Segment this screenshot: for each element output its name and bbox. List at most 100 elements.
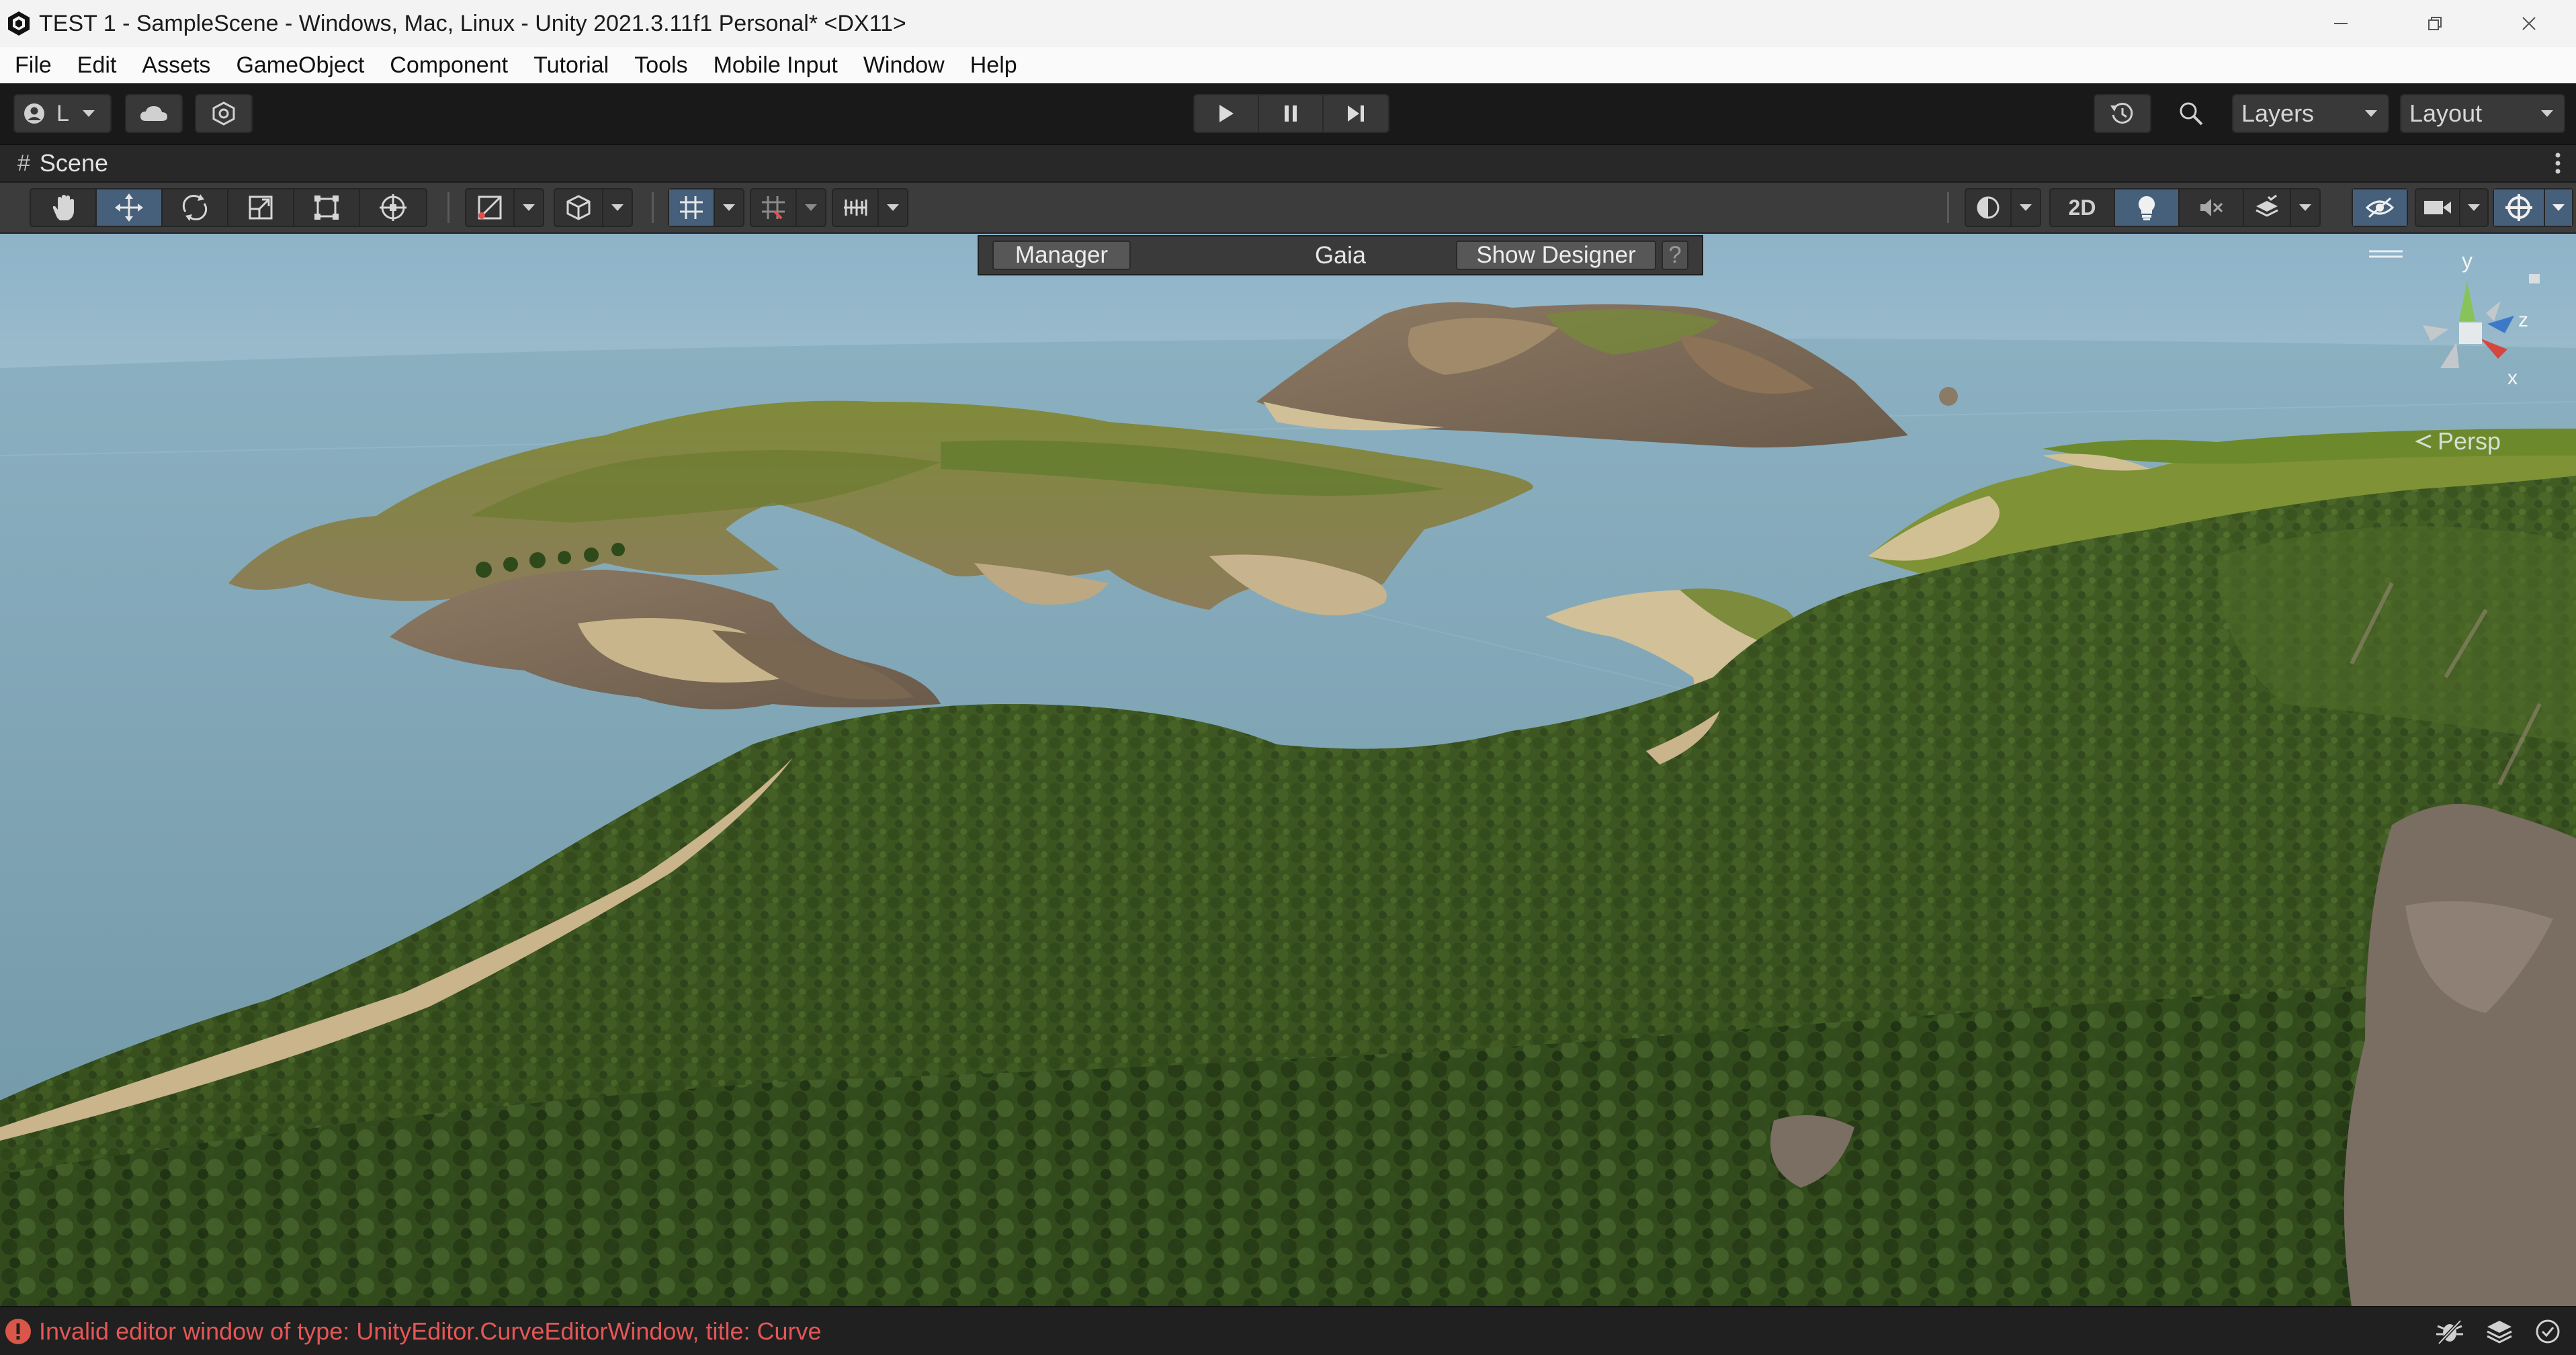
pivot-mode-button[interactable] — [466, 189, 515, 226]
gizmo-axis-y-label: y — [2462, 249, 2473, 273]
debug-bug-icon[interactable] — [2435, 1317, 2464, 1346]
scene-tab-icon: # — [17, 150, 30, 176]
scene-camera-dropdown[interactable] — [2460, 189, 2487, 226]
grid-visibility-dropdown[interactable] — [715, 189, 743, 226]
chevron-down-icon — [2020, 204, 2032, 211]
layout-dropdown[interactable]: Layout — [2400, 94, 2565, 133]
grid-snapping-button[interactable] — [751, 189, 797, 226]
pause-icon — [1285, 105, 1297, 122]
close-button[interactable] — [2482, 0, 2576, 47]
chevron-down-icon — [2365, 110, 2377, 117]
rect-transform-icon — [314, 195, 339, 220]
transform-tool-button[interactable] — [360, 189, 426, 226]
shading-mode-dropdown[interactable] — [2012, 189, 2040, 226]
shading-mode-button[interactable] — [1966, 189, 2012, 226]
speaker-muted-icon — [2200, 199, 2223, 216]
scale-tool-button[interactable] — [228, 189, 294, 226]
drag-handle-icon[interactable] — [2368, 249, 2404, 262]
grid-visibility-button[interactable] — [669, 189, 715, 226]
show-designer-button[interactable]: Show Designer — [1456, 241, 1656, 270]
layers-label: Layers — [2241, 99, 2315, 127]
history-icon — [2110, 103, 2133, 124]
grid-snapping-tools — [750, 188, 826, 227]
menu-help[interactable]: Help — [957, 47, 1030, 83]
gizmos-button[interactable] — [2494, 189, 2545, 226]
chevron-down-icon — [2552, 204, 2565, 211]
scene-tab[interactable]: Scene — [40, 149, 108, 177]
pivot-rotation-dropdown[interactable] — [603, 189, 632, 226]
undo-history-button[interactable] — [2094, 94, 2151, 133]
minimize-icon — [2334, 23, 2348, 24]
scene-viewport[interactable] — [0, 234, 2576, 1306]
status-bar: Invalid editor window of type: UnityEdit… — [0, 1306, 2576, 1355]
rect-tool-button[interactable] — [294, 189, 360, 226]
move-icon — [115, 193, 143, 222]
menu-window[interactable]: Window — [851, 47, 957, 83]
unity-logo-icon — [4, 9, 34, 38]
scene-tab-bar: # Scene — [0, 145, 2576, 183]
gaia-manager-button[interactable]: Manager — [992, 241, 1131, 270]
hand-tool-button[interactable] — [31, 189, 97, 226]
ruler-icon — [844, 200, 867, 216]
menu-mobile-input[interactable]: Mobile Input — [701, 47, 851, 83]
axis-gizmo-icon — [2423, 274, 2540, 368]
help-button[interactable]: ? — [1662, 241, 1688, 270]
gizmos-dropdown[interactable] — [2545, 189, 2572, 226]
grid-snapping-dropdown[interactable] — [797, 189, 825, 226]
more-options-icon[interactable] — [2554, 151, 2561, 175]
collab-icon — [212, 101, 235, 126]
effects-toggle-button[interactable] — [2244, 189, 2291, 226]
grid-snap-tools — [668, 188, 744, 227]
menu-file[interactable]: File — [0, 47, 65, 83]
window-controls — [2294, 0, 2576, 47]
layers-dropdown[interactable]: Layers — [2232, 94, 2389, 133]
menu-gameobject[interactable]: GameObject — [223, 47, 377, 83]
restore-button[interactable] — [2388, 0, 2482, 47]
pause-button[interactable] — [1259, 95, 1324, 132]
move-tool-button[interactable] — [97, 189, 163, 226]
projection-toggle[interactable]: Persp — [2413, 427, 2501, 455]
increment-snap-dropdown[interactable] — [879, 189, 907, 226]
hand-icon — [52, 195, 74, 220]
pivot-mode-dropdown[interactable] — [515, 189, 543, 226]
window-title: TEST 1 - SampleScene - Windows, Mac, Lin… — [39, 10, 906, 36]
scene-visibility-button[interactable] — [2353, 189, 2407, 226]
grid-icon — [680, 196, 703, 219]
menu-edit[interactable]: Edit — [65, 47, 130, 83]
main-toolbar: L Layers Layout — [0, 83, 2576, 145]
step-button[interactable] — [1324, 95, 1388, 132]
collab-button[interactable] — [195, 94, 253, 133]
2d-mode-button[interactable]: 2D — [2051, 189, 2115, 226]
search-button[interactable] — [2162, 94, 2220, 133]
chevron-down-icon — [611, 204, 624, 211]
menu-tools[interactable]: Tools — [621, 47, 700, 83]
status-message[interactable]: Invalid editor window of type: UnityEdit… — [39, 1317, 822, 1346]
scene-orientation-gizmo[interactable]: y z x — [2400, 249, 2568, 450]
account-icon — [24, 103, 44, 124]
menu-assets[interactable]: Assets — [129, 47, 223, 83]
rotate-tool-button[interactable] — [163, 189, 228, 226]
audio-toggle-button[interactable] — [2180, 189, 2244, 226]
lock-icon[interactable] — [2529, 274, 2540, 283]
camera-icon — [2424, 201, 2451, 214]
scale-icon — [249, 195, 273, 220]
gaia-overlay-panel: Gaia Manager Show Designer ? — [978, 235, 1703, 275]
pivot-rotation-button[interactable] — [555, 189, 603, 226]
minimize-button[interactable] — [2294, 0, 2388, 47]
toolbar-separator — [652, 192, 654, 223]
increment-snap-button[interactable] — [833, 189, 879, 226]
rotate-icon — [182, 194, 208, 221]
scene-toolbar: 2D — [0, 183, 2576, 234]
view-toggles: 2D — [2049, 188, 2321, 227]
menu-component[interactable]: Component — [377, 47, 521, 83]
check-circle-icon[interactable] — [2534, 1318, 2561, 1345]
account-dropdown[interactable]: L — [13, 94, 112, 133]
layers-stack-icon[interactable] — [2485, 1317, 2514, 1346]
scene-camera-button[interactable] — [2416, 189, 2460, 226]
menu-tutorial[interactable]: Tutorial — [521, 47, 621, 83]
pivot-rotation-tools — [554, 188, 633, 227]
lighting-toggle-button[interactable] — [2115, 189, 2180, 226]
play-button[interactable] — [1195, 95, 1259, 132]
effects-dropdown[interactable] — [2291, 189, 2319, 226]
cloud-button[interactable] — [125, 94, 183, 133]
